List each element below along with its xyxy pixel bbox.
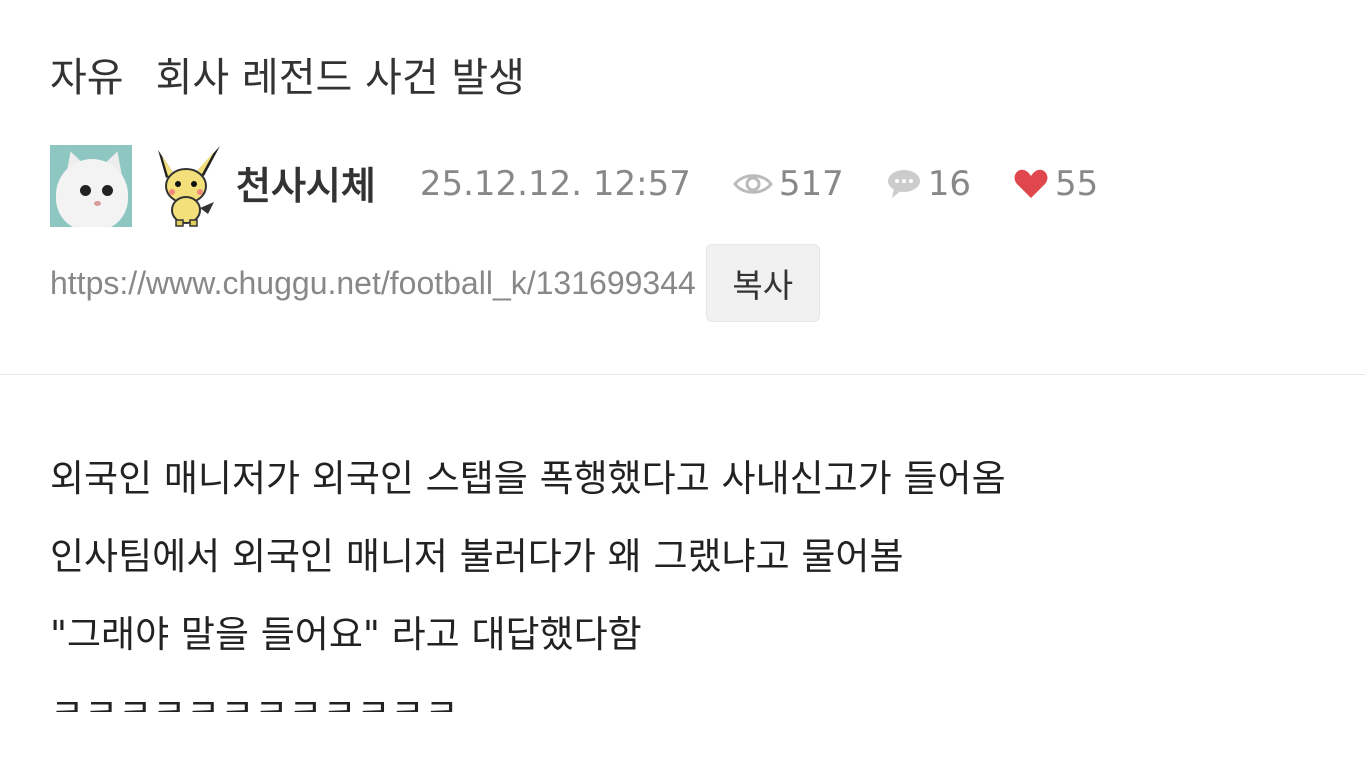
speech-bubble-icon: [887, 170, 920, 198]
post-url-row: https://www.chuggu.net/football_k/131699…: [50, 244, 820, 322]
cat-eye-right: [102, 185, 113, 196]
pichu-level-icon: [158, 146, 220, 227]
comment-count: 16: [886, 164, 971, 204]
view-count: 517: [733, 164, 844, 204]
heart-icon: [1014, 169, 1048, 198]
body-line: ㅋㅋㅋㅋㅋㅋㅋㅋㅋㅋㅋㅋ: [50, 682, 1006, 712]
avatar[interactable]: [50, 145, 132, 227]
cat-eye-left: [80, 185, 91, 196]
post-body: 외국인 매니저가 외국인 스탭을 폭행했다고 사내신고가 들어옴 인사팀에서 외…: [50, 448, 1006, 712]
like-count: 55: [1013, 164, 1098, 204]
eye-icon: [733, 174, 773, 194]
body-line: 인사팀에서 외국인 매니저 불러다가 왜 그랬냐고 물어봄: [50, 535, 904, 578]
post-header: 자유 회사 레전드 사건 발생 천사시체 25.12.12. 12:57 517…: [50, 44, 1365, 322]
body-line: "그래야 말을 들어요" 라고 대답했다함: [50, 613, 642, 656]
post-title-row: 자유 회사 레전드 사건 발생: [50, 44, 1365, 104]
post-title: 회사 레전드 사건 발생: [155, 55, 525, 101]
cat-nose: [94, 201, 101, 206]
like-count-value: 55: [1055, 164, 1099, 204]
view-count-value: 517: [778, 164, 844, 204]
post-page: 자유 회사 레전드 사건 발생 천사시체 25.12.12. 12:57 517…: [0, 0, 1365, 773]
author-name[interactable]: 천사시체: [236, 155, 376, 210]
post-date: 25.12.12. 12:57: [419, 164, 691, 204]
header-divider: [0, 374, 1365, 375]
cat-face: [56, 159, 128, 227]
post-url[interactable]: https://www.chuggu.net/football_k/131699…: [50, 265, 696, 302]
copy-url-button[interactable]: 복사: [705, 244, 820, 322]
post-meta: 천사시체 25.12.12. 12:57 517 16 55: [50, 144, 1098, 228]
body-line: 외국인 매니저가 외국인 스탭을 폭행했다고 사내신고가 들어옴: [50, 457, 1006, 500]
post-category[interactable]: 자유: [50, 45, 124, 103]
comment-count-value: 16: [927, 164, 972, 204]
